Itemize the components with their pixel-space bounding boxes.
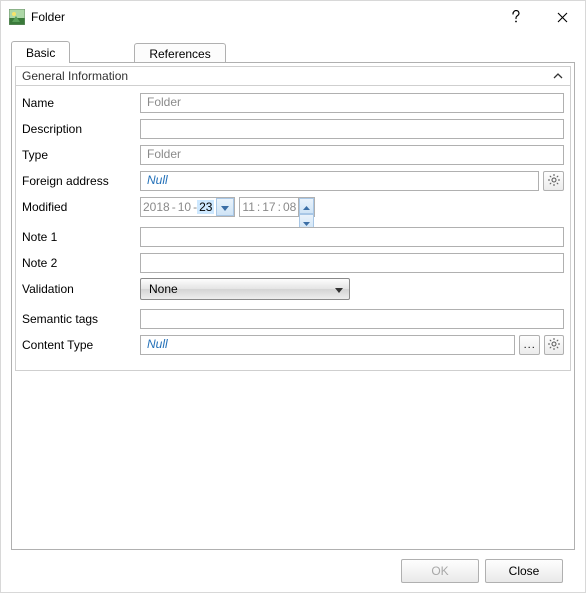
client-area: Basic References General Information Nam… [1,33,585,592]
tab-panel-basic: General Information Name Folder Descript… [11,63,575,550]
foreign-address-value: Null [147,173,168,187]
note1-field[interactable] [140,227,564,247]
label-type: Type [22,148,140,162]
chevron-up-icon [303,199,310,213]
label-foreign-address: Foreign address [22,174,140,188]
titlebar: Folder [1,1,585,33]
chevron-up-icon [552,70,564,82]
date-dropdown-button[interactable] [216,198,234,216]
time-spin-up[interactable] [299,198,314,214]
chevron-down-icon [221,200,229,214]
dialog-window: Folder Basic References [0,0,586,593]
chevron-down-icon [335,282,343,296]
validation-value: None [149,282,331,296]
label-description: Description [22,122,140,136]
date-year[interactable]: 2018 [141,200,172,214]
label-note2: Note 2 [22,256,140,270]
gear-icon [547,173,561,190]
tab-strip: Basic References [11,41,575,63]
tab-references[interactable]: References [134,43,225,63]
app-icon [9,9,25,25]
content-type-field[interactable]: Null [140,335,515,355]
validation-dropdown-button[interactable] [331,280,347,298]
time-hour[interactable]: 11 [240,200,256,214]
time-minute[interactable]: 17 [260,200,277,214]
label-content-type: Content Type [22,338,140,352]
help-button[interactable] [493,2,539,32]
time-spin [298,198,314,216]
dialog-footer: OK Close [11,550,575,592]
label-semantic-tags: Semantic tags [22,312,140,326]
foreign-address-settings-button[interactable] [543,171,564,191]
content-type-browse-button[interactable]: ... [519,335,540,355]
window-title: Folder [31,10,65,24]
description-field[interactable] [140,119,564,139]
group-body-general: Name Folder Description Type Fol [15,86,571,371]
close-button-label: Close [509,564,540,578]
tab-basic[interactable]: Basic [11,41,70,63]
content-type-settings-button[interactable] [544,335,564,355]
date-month[interactable]: 10 [176,200,193,214]
date-day[interactable]: 23 [197,200,214,214]
group-title: General Information [22,69,552,83]
semantic-tags-field[interactable] [140,309,564,329]
label-modified: Modified [22,200,140,214]
time-second[interactable]: 08 [281,200,298,214]
modified-time-picker[interactable]: 11 : 17 : 08 [239,197,315,217]
group-header-general[interactable]: General Information [15,66,571,86]
tab-references-label: References [149,47,210,61]
label-name: Name [22,96,140,110]
ok-button-label: OK [431,564,448,578]
gear-icon [547,337,561,354]
content-type-value: Null [147,337,168,351]
type-field: Folder [140,145,564,165]
name-field[interactable]: Folder [140,93,564,113]
close-button[interactable]: Close [485,559,563,583]
note2-field[interactable] [140,253,564,273]
foreign-address-field[interactable]: Null [140,171,539,191]
ellipsis-icon: ... [524,339,536,351]
close-window-button[interactable] [539,2,585,32]
label-note1: Note 1 [22,230,140,244]
ok-button[interactable]: OK [401,559,479,583]
modified-date-picker[interactable]: 2018 - 10 - 23 [140,197,235,217]
validation-combobox[interactable]: None [140,278,350,300]
tab-basic-label: Basic [26,46,55,60]
label-validation: Validation [22,282,140,296]
